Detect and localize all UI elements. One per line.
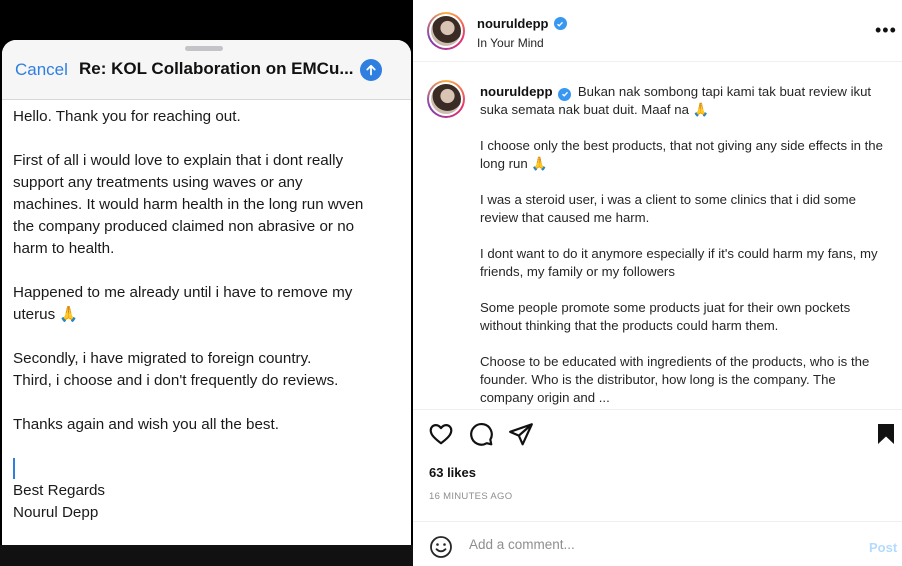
comment-icon[interactable] <box>468 421 494 447</box>
more-options-icon[interactable]: ••• <box>875 20 897 41</box>
email-subject: Re: KOL Collaboration on EMCu... <box>79 59 354 78</box>
email-compose-sheet: Cancel Re: KOL Collaboration on EMCu... … <box>2 40 411 545</box>
email-paragraph: Happened to me already until i have to r… <box>13 284 353 323</box>
action-bar <box>413 421 902 451</box>
photo-bottom-edge <box>0 545 413 566</box>
email-paragraph: Hello. Thank you for reaching out. <box>13 108 241 125</box>
divider <box>413 409 902 410</box>
cancel-button[interactable]: Cancel <box>15 60 68 80</box>
instagram-post-panel: nouruldepp In Your Mind ••• nouruldepp B… <box>413 0 902 566</box>
username-link[interactable]: nouruldepp <box>477 16 549 31</box>
verified-badge-icon <box>553 17 567 30</box>
email-signoff: Best Regards <box>13 482 106 499</box>
caption-paragraph: I was a steroid user, i was a client to … <box>480 192 857 225</box>
post-button[interactable]: Post <box>869 540 897 555</box>
heart-icon[interactable] <box>428 421 454 447</box>
emoji-icon[interactable] <box>429 535 453 559</box>
email-body[interactable]: Hello. Thank you for reaching out. First… <box>13 106 405 524</box>
caption-paragraph: Some people promote some products juat f… <box>480 300 851 333</box>
email-screenshot: Cancel Re: KOL Collaboration on EMCu... … <box>0 0 413 566</box>
bookmark-icon[interactable] <box>874 421 898 447</box>
compose-header: Cancel Re: KOL Collaboration on EMCu... <box>2 40 411 100</box>
send-button[interactable] <box>360 59 382 81</box>
email-paragraph: First of all i would love to explain tha… <box>13 152 364 257</box>
caption-area: nouruldepp Bukan nak sombong tapi kami t… <box>413 63 902 409</box>
post-caption: nouruldepp Bukan nak sombong tapi kami t… <box>480 83 890 407</box>
post-author: nouruldepp <box>477 16 567 31</box>
share-icon[interactable] <box>508 421 534 447</box>
post-location[interactable]: In Your Mind <box>477 36 544 50</box>
username-link[interactable]: nouruldepp <box>480 84 553 99</box>
caption-paragraph: I choose only the best products, that no… <box>480 138 883 171</box>
sheet-grabber[interactable] <box>185 46 223 51</box>
email-signature: Nourul Depp <box>13 504 99 521</box>
avatar[interactable] <box>427 80 465 118</box>
post-timestamp[interactable]: 16 MINUTES AGO <box>429 491 512 502</box>
likes-count[interactable]: 63 likes <box>429 465 476 480</box>
comment-input[interactable] <box>469 537 809 552</box>
comment-bar: Post <box>413 521 902 566</box>
email-paragraph: Thanks again and wish you all the best. <box>13 416 279 433</box>
arrow-up-icon <box>366 64 376 76</box>
caption-paragraph: Choose to be educated with ingredients o… <box>480 354 870 405</box>
caption-paragraph: I dont want to do it anymore especially … <box>480 246 878 279</box>
text-cursor <box>13 458 15 479</box>
avatar[interactable] <box>427 12 465 50</box>
verified-badge-icon <box>558 87 572 101</box>
email-paragraph: Secondly, i have migrated to foreign cou… <box>13 350 339 389</box>
post-header: nouruldepp In Your Mind ••• <box>413 0 902 62</box>
